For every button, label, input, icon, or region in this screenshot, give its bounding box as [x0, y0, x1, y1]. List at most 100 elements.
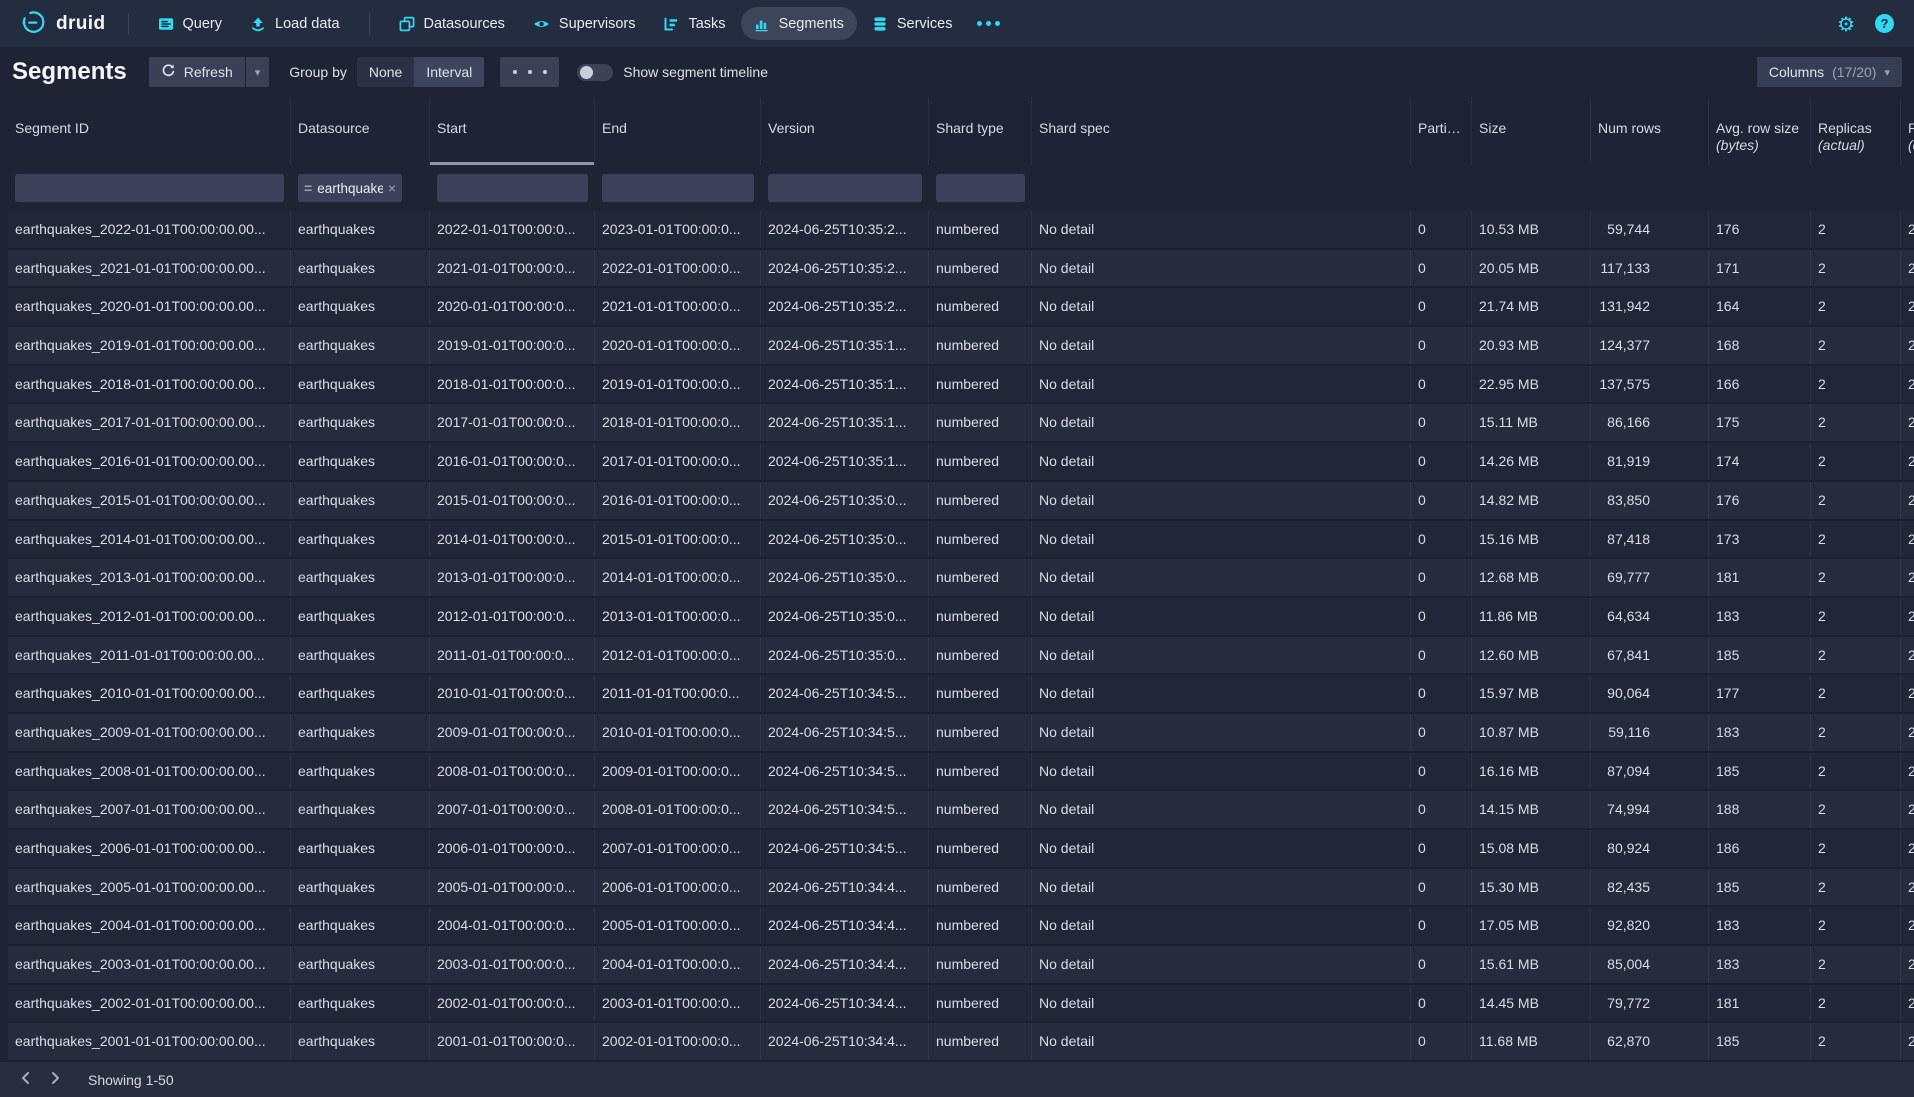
cell-shard-type[interactable]: numbered: [929, 791, 1032, 828]
cell-shard-spec[interactable]: No detail: [1032, 404, 1411, 441]
cell-end[interactable]: 2013-01-01T00:00:0...: [595, 598, 761, 635]
cell-version[interactable]: 2024-06-25T10:35:0...: [761, 598, 929, 635]
cell-datasource[interactable]: earthquakes: [291, 482, 430, 519]
nav-item-supervisors[interactable]: Supervisors: [520, 7, 649, 40]
cell-num-rows[interactable]: 85,004: [1591, 946, 1709, 983]
cell-end[interactable]: 2007-01-01T00:00:0...: [595, 830, 761, 867]
cell-shard-type[interactable]: numbered: [929, 907, 1032, 944]
cell-end[interactable]: 2004-01-01T00:00:0...: [595, 946, 761, 983]
cell-avg-row-size[interactable]: 185: [1709, 753, 1811, 790]
cell-shard-type[interactable]: numbered: [929, 675, 1032, 712]
cell-version[interactable]: 2024-06-25T10:34:4...: [761, 946, 929, 983]
cell-shard-type[interactable]: numbered: [929, 714, 1032, 751]
cell-num-rows[interactable]: 117,133: [1591, 250, 1709, 287]
cell-replicas[interactable]: 2: [1811, 830, 1901, 867]
cell-replication-factor[interactable]: 2: [1901, 404, 1914, 441]
cell-num-rows[interactable]: 124,377: [1591, 327, 1709, 364]
cell-size[interactable]: 15.61 MB: [1472, 946, 1591, 983]
column-header-num-rows[interactable]: Num rows: [1591, 97, 1709, 165]
cell-partition[interactable]: 0: [1411, 327, 1472, 364]
column-header-replicas[interactable]: Replicas (actual): [1811, 97, 1901, 165]
nav-item-services[interactable]: Services: [859, 7, 966, 40]
cell-partition[interactable]: 0: [1411, 521, 1472, 558]
cell-replicas[interactable]: 2: [1811, 791, 1901, 828]
cell-num-rows[interactable]: 67,841: [1591, 637, 1709, 674]
cell-shard-spec[interactable]: No detail: [1032, 443, 1411, 480]
cell-segment-id[interactable]: earthquakes_2009-01-01T00:00:00.00...: [8, 714, 291, 751]
column-header-replication-factor[interactable]: Replication factor (configured): [1901, 97, 1914, 165]
cell-start[interactable]: 2009-01-01T00:00:0...: [430, 714, 595, 751]
cell-replicas[interactable]: 2: [1811, 482, 1901, 519]
cell-replication-factor[interactable]: 2: [1901, 714, 1914, 751]
cell-segment-id[interactable]: earthquakes_2015-01-01T00:00:00.00...: [8, 482, 291, 519]
cell-avg-row-size[interactable]: 174: [1709, 443, 1811, 480]
cell-replication-factor[interactable]: 2: [1901, 482, 1914, 519]
cell-partition[interactable]: 0: [1411, 559, 1472, 596]
cell-avg-row-size[interactable]: 186: [1709, 830, 1811, 867]
cell-segment-id[interactable]: earthquakes_2018-01-01T00:00:00.00...: [8, 366, 291, 403]
cell-replication-factor[interactable]: 2: [1901, 366, 1914, 403]
segment-timeline-toggle[interactable]: [577, 64, 613, 81]
nav-item-datasources[interactable]: Datasources: [386, 7, 518, 40]
table-row[interactable]: earthquakes_2003-01-01T00:00:00.00... ea…: [8, 946, 1914, 985]
cell-datasource[interactable]: earthquakes: [291, 907, 430, 944]
cell-version[interactable]: 2024-06-25T10:34:5...: [761, 753, 929, 790]
cell-num-rows[interactable]: 131,942: [1591, 288, 1709, 325]
table-row[interactable]: earthquakes_2009-01-01T00:00:00.00... ea…: [8, 714, 1914, 753]
cell-start[interactable]: 2017-01-01T00:00:0...: [430, 404, 595, 441]
cell-avg-row-size[interactable]: 181: [1709, 985, 1811, 1022]
cell-replication-factor[interactable]: 2: [1901, 211, 1914, 248]
column-header-end[interactable]: End: [595, 97, 761, 165]
cell-partition[interactable]: 0: [1411, 211, 1472, 248]
cell-size[interactable]: 14.15 MB: [1472, 791, 1591, 828]
cell-replicas[interactable]: 2: [1811, 753, 1901, 790]
cell-shard-type[interactable]: numbered: [929, 327, 1032, 364]
cell-segment-id[interactable]: earthquakes_2012-01-01T00:00:00.00...: [8, 598, 291, 635]
table-row[interactable]: earthquakes_2018-01-01T00:00:00.00... ea…: [8, 366, 1914, 405]
cell-version[interactable]: 2024-06-25T10:34:4...: [761, 1023, 929, 1060]
cell-end[interactable]: 2019-01-01T00:00:0...: [595, 366, 761, 403]
cell-replication-factor[interactable]: 2: [1901, 521, 1914, 558]
cell-replicas[interactable]: 2: [1811, 559, 1901, 596]
cell-num-rows[interactable]: 81,919: [1591, 443, 1709, 480]
cell-replicas[interactable]: 2: [1811, 714, 1901, 751]
cell-start[interactable]: 2015-01-01T00:00:0...: [430, 482, 595, 519]
cell-size[interactable]: 22.95 MB: [1472, 366, 1591, 403]
cell-size[interactable]: 12.68 MB: [1472, 559, 1591, 596]
cell-segment-id[interactable]: earthquakes_2016-01-01T00:00:00.00...: [8, 443, 291, 480]
cell-end[interactable]: 2021-01-01T00:00:0...: [595, 288, 761, 325]
cell-shard-type[interactable]: numbered: [929, 250, 1032, 287]
cell-shard-spec[interactable]: No detail: [1032, 714, 1411, 751]
cell-partition[interactable]: 0: [1411, 1023, 1472, 1060]
cell-end[interactable]: 2012-01-01T00:00:0...: [595, 637, 761, 674]
cell-partition[interactable]: 0: [1411, 791, 1472, 828]
cell-start[interactable]: 2004-01-01T00:00:0...: [430, 907, 595, 944]
cell-end[interactable]: 2005-01-01T00:00:0...: [595, 907, 761, 944]
cell-shard-spec[interactable]: No detail: [1032, 288, 1411, 325]
cell-segment-id[interactable]: earthquakes_2004-01-01T00:00:00.00...: [8, 907, 291, 944]
help-icon[interactable]: ?: [1875, 14, 1894, 33]
filter-shard-type-input[interactable]: [936, 174, 1025, 202]
more-nav-button[interactable]: [967, 21, 1010, 26]
table-row[interactable]: earthquakes_2004-01-01T00:00:00.00... ea…: [8, 907, 1914, 946]
cell-avg-row-size[interactable]: 183: [1709, 598, 1811, 635]
cell-size[interactable]: 20.05 MB: [1472, 250, 1591, 287]
refresh-options-button[interactable]: ▾: [246, 57, 270, 87]
cell-start[interactable]: 2014-01-01T00:00:0...: [430, 521, 595, 558]
cell-num-rows[interactable]: 82,435: [1591, 869, 1709, 906]
cell-version[interactable]: 2024-06-25T10:35:2...: [761, 288, 929, 325]
table-row[interactable]: earthquakes_2020-01-01T00:00:00.00... ea…: [8, 288, 1914, 327]
cell-avg-row-size[interactable]: 188: [1709, 791, 1811, 828]
cell-segment-id[interactable]: earthquakes_2020-01-01T00:00:00.00...: [8, 288, 291, 325]
cell-avg-row-size[interactable]: 183: [1709, 907, 1811, 944]
cell-avg-row-size[interactable]: 177: [1709, 675, 1811, 712]
cell-shard-spec[interactable]: No detail: [1032, 250, 1411, 287]
cell-replicas[interactable]: 2: [1811, 250, 1901, 287]
cell-shard-spec[interactable]: No detail: [1032, 869, 1411, 906]
columns-button[interactable]: Columns (17/20) ▾: [1757, 57, 1902, 87]
cell-datasource[interactable]: earthquakes: [291, 753, 430, 790]
cell-replication-factor[interactable]: 2: [1901, 250, 1914, 287]
close-icon[interactable]: ×: [388, 181, 396, 195]
cell-partition[interactable]: 0: [1411, 482, 1472, 519]
cell-replication-factor[interactable]: 2: [1901, 1023, 1914, 1060]
